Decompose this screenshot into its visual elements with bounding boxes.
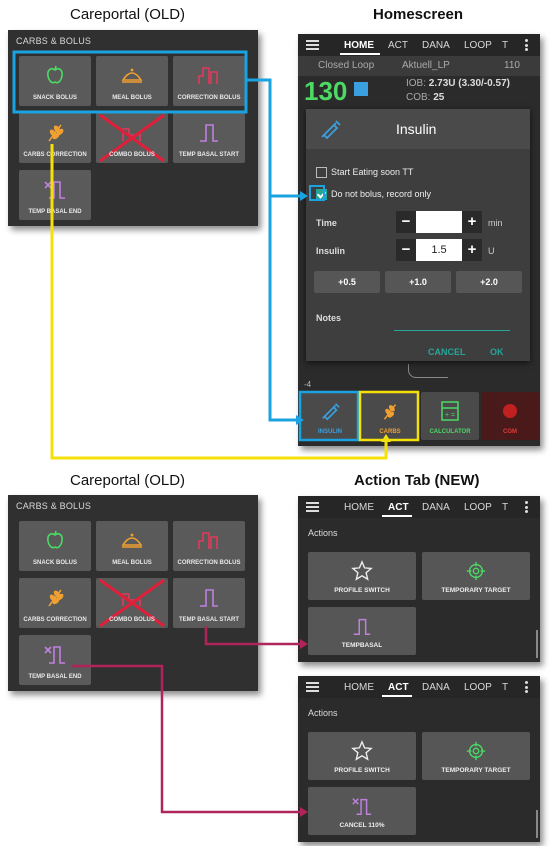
yellow-highlight-carbs-button: [358, 390, 420, 442]
yellow-connector: [50, 144, 388, 460]
magenta-arrowhead-tempbasal: [300, 639, 308, 649]
magenta-arrowhead-cancel: [300, 807, 308, 817]
blue-connector-dialog: [246, 78, 300, 198]
blue-connector-insulin-button: [268, 196, 296, 422]
connector-overlay: [12, 50, 420, 817]
blue-highlight-record-only: [309, 185, 325, 201]
blue-highlight-insulin-button: [298, 390, 360, 442]
blue-arrowhead-dialog: [300, 191, 308, 201]
blue-highlight-box: [12, 50, 248, 114]
magenta-connector-cancel: [72, 664, 300, 814]
magenta-connector-tempbasal: [204, 626, 300, 646]
